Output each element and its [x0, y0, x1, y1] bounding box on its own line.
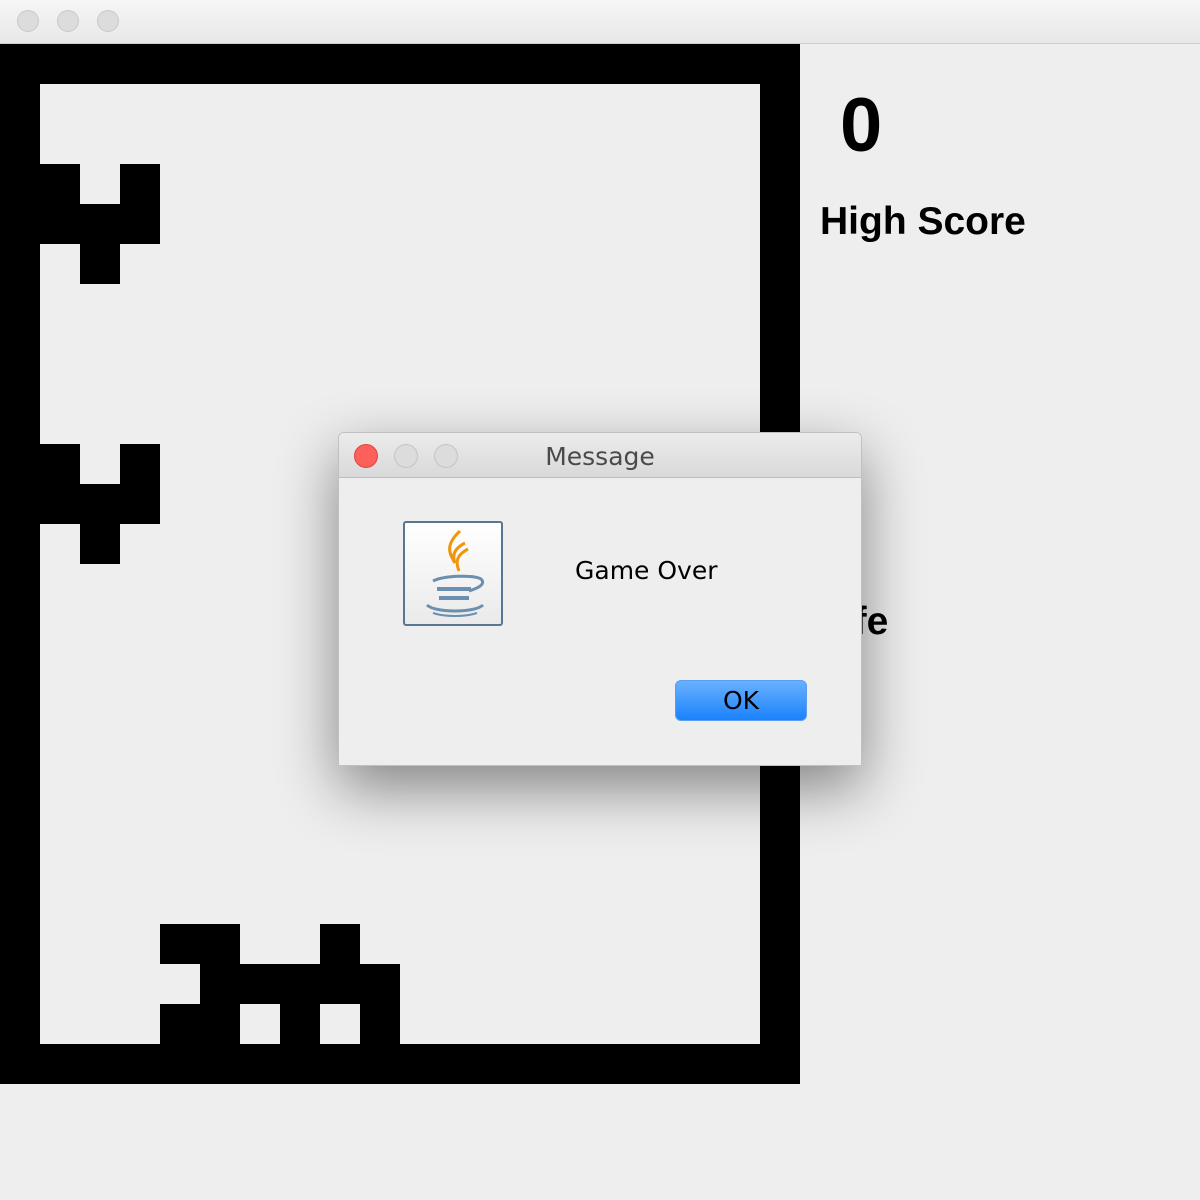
brick-cell [360, 1004, 400, 1044]
ok-button[interactable]: OK [675, 680, 807, 721]
java-coffee-cup-icon [403, 521, 503, 626]
brick-cell [40, 444, 80, 484]
brick-cell [120, 484, 160, 524]
dialog-titlebar[interactable]: Message [339, 433, 861, 478]
brick-cell [80, 244, 120, 284]
dialog-message: Game Over [575, 556, 718, 585]
brick-cell [240, 964, 280, 1004]
zoom-window-button[interactable] [97, 10, 119, 32]
brick-cell [120, 444, 160, 484]
brick-cell [40, 204, 80, 244]
brick-cell [120, 164, 160, 204]
brick-cell [120, 204, 160, 244]
dialog-title: Message [545, 442, 655, 471]
brick-cell [160, 924, 200, 964]
window-titlebar [0, 0, 1200, 44]
brick-cell [80, 204, 120, 244]
score-value: 0 [840, 83, 883, 168]
message-dialog: Message Game Over OK [338, 432, 862, 766]
brick-cell [280, 1004, 320, 1044]
brick-cell [80, 524, 120, 564]
brick-cell [40, 164, 80, 204]
close-window-button[interactable] [17, 10, 39, 32]
brick-cell [200, 964, 240, 1004]
brick-cell [320, 964, 360, 1004]
brick-cell [280, 964, 320, 1004]
high-score-label: High Score [820, 200, 1026, 243]
brick-cell [80, 484, 120, 524]
brick-cell [320, 924, 360, 964]
brick-cell [160, 1004, 200, 1044]
minimize-window-button[interactable] [57, 10, 79, 32]
brick-cell [200, 1004, 240, 1044]
brick-cell [200, 924, 240, 964]
brick-cell [360, 964, 400, 1004]
brick-cell [40, 484, 80, 524]
